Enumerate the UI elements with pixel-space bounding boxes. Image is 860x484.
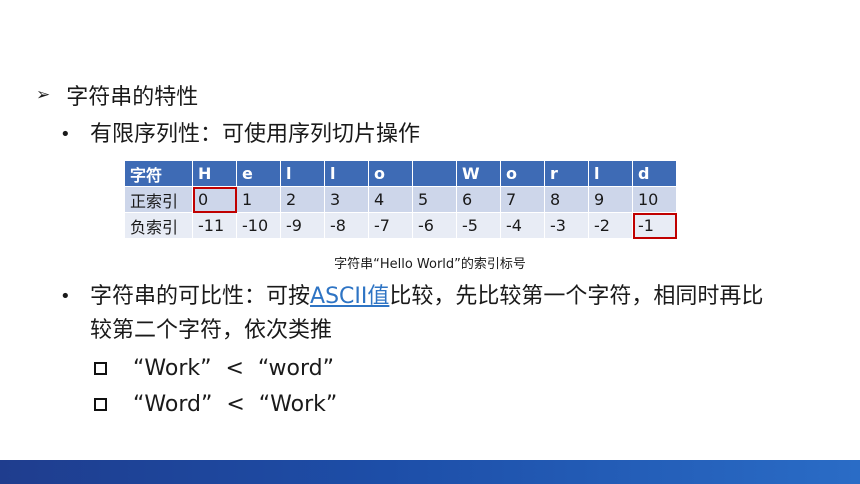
table-header-cell: e xyxy=(236,160,281,187)
example-text: “Work” < “word” xyxy=(133,355,334,381)
bullet-text: 字符串的可比性：可按ASCII值比较，先比较第一个字符，相同时再比较第二个字符，… xyxy=(90,280,780,348)
table-cell-highlighted: 0 xyxy=(192,186,237,213)
bullet-text-before: 字符串的可比性：可按 xyxy=(90,284,311,309)
table-cell: 10 xyxy=(632,186,677,213)
table-cell: -4 xyxy=(500,212,545,239)
bullet-dot-icon: • xyxy=(60,124,71,145)
section-heading-text: 字符串的特性 xyxy=(66,85,199,110)
table-cell: 9 xyxy=(588,186,633,213)
table-cell-highlighted: -1 xyxy=(632,212,677,239)
table-header-cell: l xyxy=(280,160,325,187)
table-cell: 正索引 xyxy=(124,186,193,213)
table-header-cell: o xyxy=(500,160,545,187)
index-table: 字符 H e l l o W o r l d 正索引 0 1 2 3 4 5 6… xyxy=(124,160,677,239)
square-bullet-icon xyxy=(94,361,107,375)
arrow-bullet-icon: ➢ xyxy=(36,85,51,105)
footer-bar xyxy=(0,460,860,484)
table-cell: 7 xyxy=(500,186,545,213)
table-header-cell: 字符 xyxy=(124,160,193,187)
section-heading: ➢ 字符串的特性 xyxy=(36,80,198,110)
table-cell: 2 xyxy=(280,186,325,213)
table-cell: -11 xyxy=(192,212,237,239)
example-item: “Work” < “word” xyxy=(94,352,334,384)
example-item: “Word” < “Work” xyxy=(94,388,337,420)
ascii-link[interactable]: ASCII值 xyxy=(310,284,389,309)
table-header-cell: l xyxy=(588,160,633,187)
bullet-comparability: • 字符串的可比性：可按ASCII值比较，先比较第一个字符，相同时再比较第二个字… xyxy=(60,280,780,348)
table-cell: -2 xyxy=(588,212,633,239)
table-cell: -7 xyxy=(368,212,413,239)
table-header-cell xyxy=(412,160,457,187)
table-cell: -8 xyxy=(324,212,369,239)
table-cell: -10 xyxy=(236,212,281,239)
table-row-positive-index: 正索引 0 1 2 3 4 5 6 7 8 9 10 xyxy=(124,186,677,213)
table-header-cell: r xyxy=(544,160,589,187)
bullet-dot-icon: • xyxy=(60,286,71,307)
table-caption: 字符串“Hello World”的索引标号 xyxy=(334,257,526,272)
table-header-cell: H xyxy=(192,160,237,187)
table-header-row: 字符 H e l l o W o r l d xyxy=(124,160,677,187)
example-text: “Word” < “Work” xyxy=(133,391,338,417)
slide: ➢ 字符串的特性 • 有限序列性：可使用序列切片操作 字符 H e l l o … xyxy=(0,0,860,484)
table-header-cell: l xyxy=(324,160,369,187)
table-cell: 4 xyxy=(368,186,413,213)
table-cell: -5 xyxy=(456,212,501,239)
table-header-cell: o xyxy=(368,160,413,187)
square-bullet-icon xyxy=(94,397,107,411)
table-header-cell: d xyxy=(632,160,677,187)
bullet-text: 有限序列性：可使用序列切片操作 xyxy=(90,122,421,147)
table-cell: -9 xyxy=(280,212,325,239)
table-header-cell: W xyxy=(456,160,501,187)
table-cell: 6 xyxy=(456,186,501,213)
table-cell: 3 xyxy=(324,186,369,213)
table-cell: 8 xyxy=(544,186,589,213)
table-row-negative-index: 负索引 -11 -10 -9 -8 -7 -6 -5 -4 -3 -2 -1 xyxy=(124,212,677,239)
table-cell: 1 xyxy=(236,186,281,213)
table-cell: -3 xyxy=(544,212,589,239)
table-cell: -6 xyxy=(412,212,457,239)
bullet-finite-sequence: • 有限序列性：可使用序列切片操作 xyxy=(60,118,420,152)
table-cell: 负索引 xyxy=(124,212,193,239)
table-cell: 5 xyxy=(412,186,457,213)
